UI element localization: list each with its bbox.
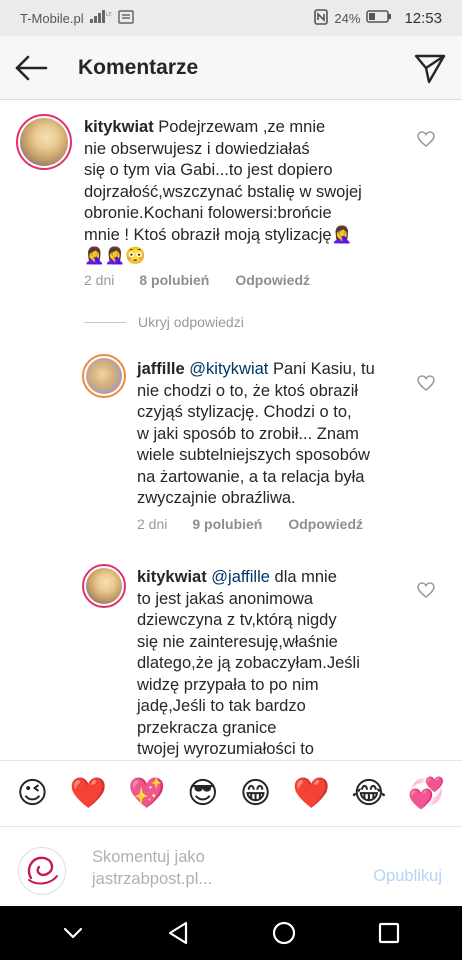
comment-time: 2 dni <box>137 516 168 532</box>
status-left: T-Mobile.pl LTE <box>20 9 134 27</box>
comment-input-bar: Skomentuj jako jastrzabpost.pl... Opubli… <box>0 826 462 906</box>
comment-time: 2 dni <box>84 272 115 288</box>
nav-home-icon[interactable] <box>268 917 300 949</box>
like-heart-icon[interactable] <box>417 131 435 147</box>
my-avatar <box>18 847 66 895</box>
clock: 12:53 <box>404 9 442 27</box>
hide-replies-label: Ukryj odpowiedzi <box>138 314 244 330</box>
emoji-revolving-hearts[interactable]: 💞 <box>408 776 445 811</box>
comments-list[interactable]: kitykwiat Podejrzewam ,ze mnie nie obser… <box>0 100 462 760</box>
avatar[interactable] <box>16 114 72 170</box>
comment-text: jaffille @kitykwiat Pani Kasiu, tu nie c… <box>137 359 407 510</box>
signal-icon: LTE <box>89 10 115 26</box>
hide-replies-toggle[interactable]: Ukryj odpowiedzi <box>84 314 244 330</box>
publish-button[interactable]: Opublikuj <box>373 867 442 886</box>
nav-collapse-icon[interactable] <box>57 917 89 949</box>
avatar[interactable] <box>82 564 126 608</box>
comment-likes[interactable]: 9 polubień <box>192 516 262 532</box>
comment-item: kitykwiat Podejrzewam ,ze mnie nie obser… <box>0 100 462 300</box>
comment-username[interactable]: kitykwiat <box>84 118 154 136</box>
back-arrow-icon[interactable] <box>14 54 48 82</box>
emoji-heart[interactable]: ❤️ <box>293 776 330 811</box>
status-bar: T-Mobile.pl LTE 24% 12:53 <box>0 0 462 36</box>
reply-button[interactable]: Odpowiedź <box>235 272 310 288</box>
nav-recents-icon[interactable] <box>373 917 405 949</box>
emoji-grin[interactable]: 😁 <box>240 776 271 811</box>
direct-send-icon[interactable] <box>414 52 446 84</box>
like-heart-icon[interactable] <box>417 375 435 391</box>
mention-link[interactable]: @kitykwiat <box>189 360 268 378</box>
emoji-tears-of-joy[interactable]: 😂 <box>351 776 386 811</box>
emoji-red-heart[interactable]: ❤️ <box>69 776 106 811</box>
carrier-label: T-Mobile.pl <box>20 10 84 26</box>
mention-link[interactable]: @jaffille <box>211 568 270 586</box>
battery-icon <box>366 10 392 26</box>
emoji-quick-bar: 😉 ❤️ 💖 😎 😁 ❤️ 😂 💞 <box>0 760 462 826</box>
svg-text:LTE: LTE <box>106 12 112 18</box>
emoji-sunglasses[interactable]: 😎 <box>187 776 218 811</box>
divider <box>84 321 126 323</box>
avatar[interactable] <box>82 354 126 398</box>
comment-body: Pani Kasiu, tu nie chodzi o to, że ktoś … <box>137 360 375 507</box>
reply-button[interactable]: Odpowiedź <box>288 516 363 532</box>
comment-input[interactable]: Skomentuj jako jastrzabpost.pl... <box>92 846 352 890</box>
status-right: 24% 12:53 <box>314 8 442 28</box>
battery-percent: 24% <box>334 10 361 26</box>
comment-body: dla mnie to jest jakaś anonimowa dziewcz… <box>137 568 360 758</box>
comment-body: Podejrzewam ,ze mnie nie obserwujesz i d… <box>84 118 362 265</box>
nav-back-icon[interactable] <box>162 917 194 949</box>
comment-username[interactable]: jaffille <box>137 360 185 378</box>
comment-username[interactable]: kitykwiat <box>137 568 207 586</box>
comment-text: kitykwiat Podejrzewam ,ze mnie nie obser… <box>84 117 404 268</box>
reply-item: jaffille @kitykwiat Pani Kasiu, tu nie c… <box>0 350 462 550</box>
nfc-icon <box>314 8 329 28</box>
comment-likes[interactable]: 8 polubień <box>139 272 209 288</box>
brand-logo-icon <box>27 856 58 885</box>
image-notification-icon <box>117 9 134 27</box>
page-title: Komentarze <box>78 56 199 79</box>
emoji-sparkling-heart[interactable]: 💖 <box>128 776 165 811</box>
reply-item: kitykwiat @jaffille dla mnie to jest jak… <box>0 562 462 760</box>
android-nav-bar <box>0 906 462 960</box>
header: Komentarze <box>0 36 462 100</box>
emoji-wink[interactable]: 😉 <box>17 776 48 811</box>
like-heart-icon[interactable] <box>417 582 435 598</box>
comment-meta: 2 dni 9 polubień Odpowiedź <box>137 516 363 532</box>
comment-meta: 2 dni 8 polubień Odpowiedź <box>84 272 310 288</box>
comment-text: kitykwiat @jaffille dla mnie to jest jak… <box>137 567 407 760</box>
